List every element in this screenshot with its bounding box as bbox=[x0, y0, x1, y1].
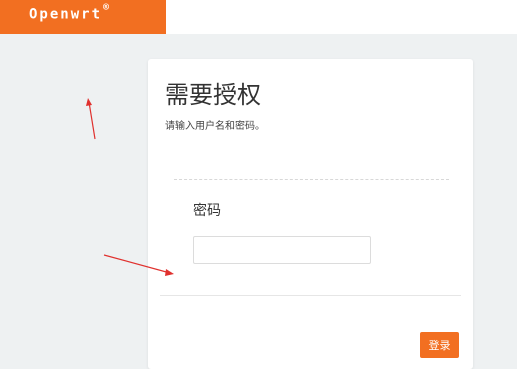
page-subtitle: 请输入用户名和密码。 bbox=[165, 121, 265, 132]
login-form: 密码 bbox=[174, 179, 449, 284]
registered-mark: ® bbox=[103, 2, 112, 13]
password-input[interactable] bbox=[193, 236, 371, 264]
password-label: 密码 bbox=[193, 203, 221, 219]
login-button[interactable]: 登录 bbox=[420, 332, 459, 358]
annotation-arrow-1 bbox=[86, 98, 96, 140]
page-title: 需要授权 bbox=[165, 81, 261, 109]
logo-text: Openwrt bbox=[29, 6, 103, 23]
login-card: 需要授权 请输入用户名和密码。 密码 登录 bbox=[148, 59, 473, 369]
top-bar: Openwrt® bbox=[0, 0, 517, 34]
divider bbox=[160, 295, 461, 296]
openwrt-logo[interactable]: Openwrt® bbox=[0, 0, 166, 34]
